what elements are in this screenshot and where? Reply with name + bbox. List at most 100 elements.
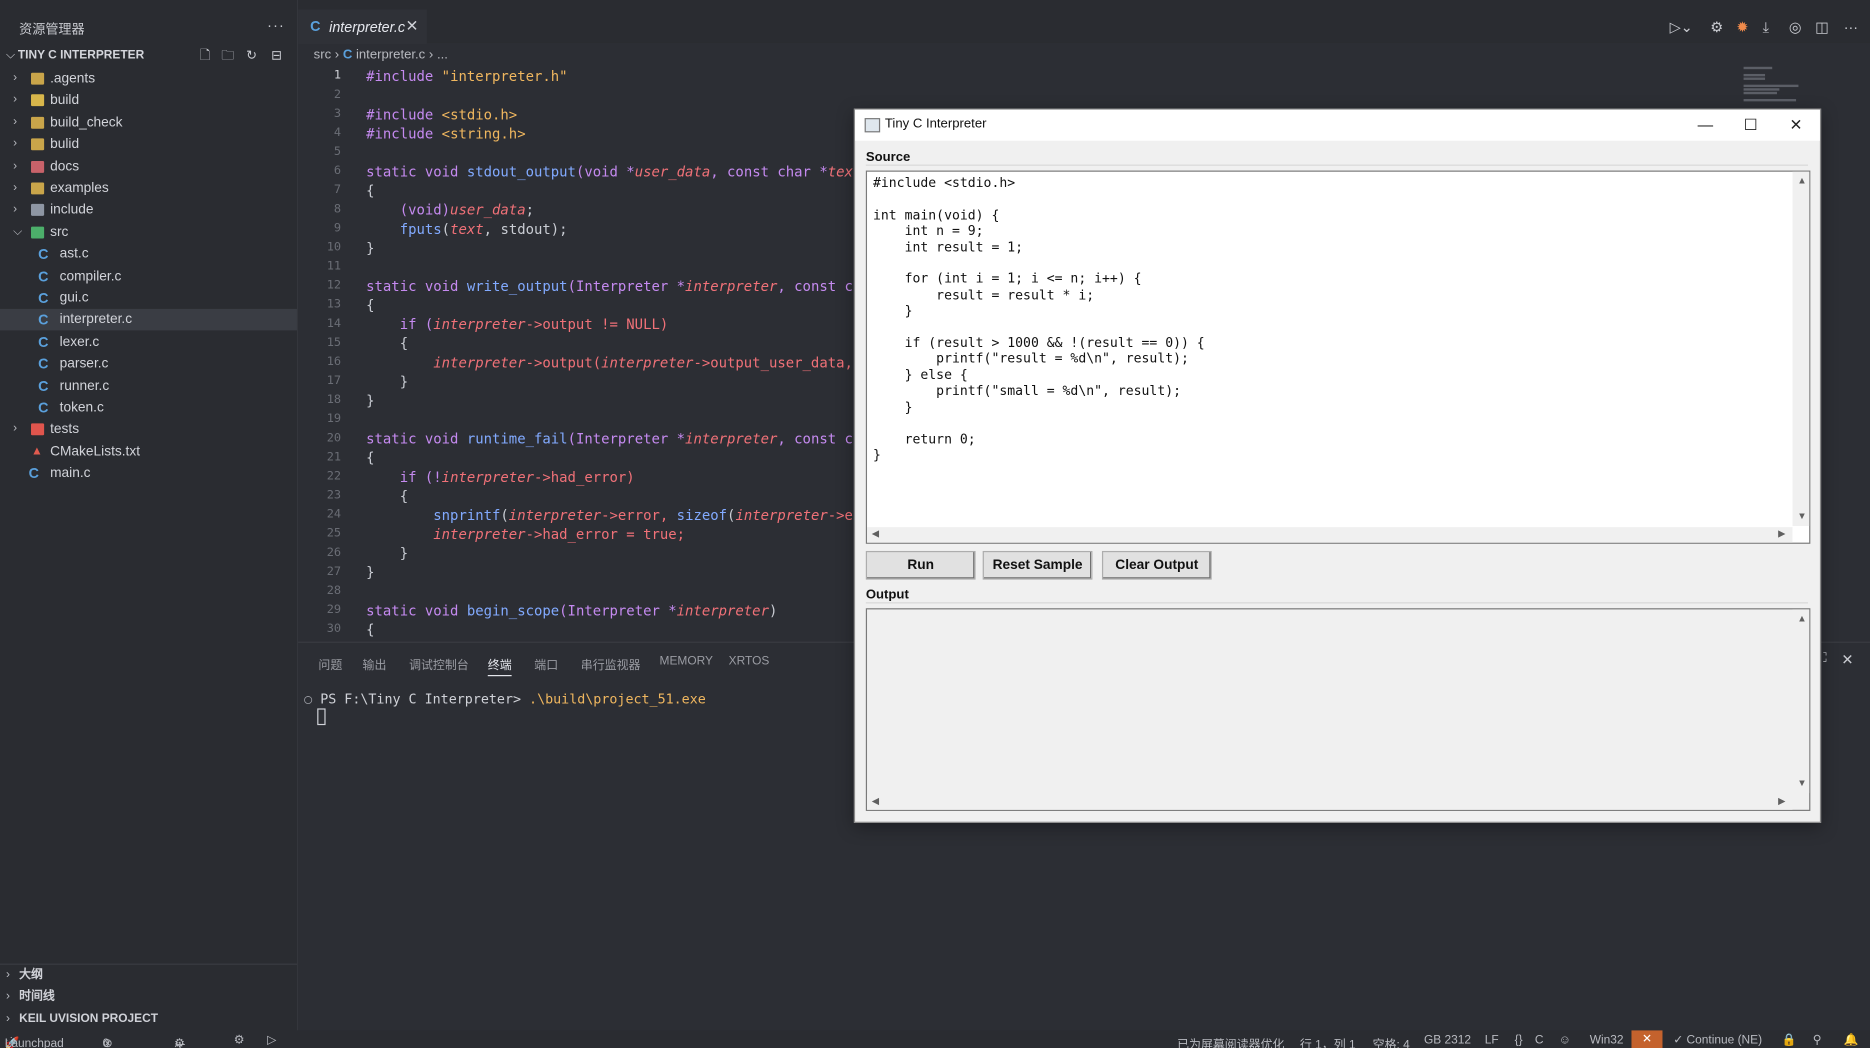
more-actions-icon[interactable]: ··· bbox=[1844, 19, 1858, 36]
cursor-position[interactable]: 行 1，列 1 bbox=[1300, 1034, 1356, 1048]
tree-item-interpreter-c[interactable]: Cinterpreter.c bbox=[0, 309, 297, 331]
tree-item-include[interactable]: › include bbox=[0, 200, 297, 221]
close-tab-icon[interactable]: ✕ bbox=[405, 17, 418, 36]
breadcrumb-symbol[interactable]: ... bbox=[437, 48, 448, 62]
output-textarea[interactable]: ▲ ▼ ◀ ▶ bbox=[865, 608, 1811, 811]
project-header[interactable]: ⌵ TINY C INTERPRETER bbox=[6, 49, 144, 62]
scroll-left-icon[interactable]: ◀ bbox=[872, 528, 879, 539]
scroll-right-icon[interactable]: ▶ bbox=[1778, 795, 1785, 806]
tree-item-examples[interactable]: › examples bbox=[0, 178, 297, 199]
c-file-icon: C bbox=[342, 47, 353, 63]
minimize-button[interactable]: — bbox=[1685, 112, 1726, 138]
debug-icon[interactable]: ⚙ bbox=[234, 1034, 245, 1047]
outline-section[interactable]: › 大纲 bbox=[0, 965, 297, 986]
tree-item-compiler-c[interactable]: Ccompiler.c bbox=[0, 265, 297, 286]
screen-reader-status[interactable]: 已为屏幕阅读器优化 bbox=[1177, 1034, 1284, 1048]
line-number: 29 bbox=[326, 603, 342, 617]
scroll-up-icon[interactable]: ▲ bbox=[1797, 175, 1806, 186]
panel-tab-7[interactable]: XRTOS bbox=[729, 655, 770, 668]
tree-item-token-c[interactable]: Ctoken.c bbox=[0, 397, 297, 418]
panel-tab-5[interactable]: 串行监视器 bbox=[581, 655, 641, 673]
tree-item-src[interactable]: ⌵ src bbox=[0, 222, 297, 243]
settings-gear-icon[interactable]: ⚙ bbox=[1710, 19, 1723, 36]
lock-icon[interactable]: 🔒 bbox=[1782, 1034, 1797, 1047]
tree-item-cmakelists-txt[interactable]: ▲ CMakeLists.txt bbox=[0, 441, 297, 462]
split-editor-icon[interactable]: ◫ bbox=[1815, 19, 1829, 36]
tree-item-parser-c[interactable]: Cparser.c bbox=[0, 353, 297, 374]
clear-output-button[interactable]: Clear Output bbox=[1101, 550, 1212, 580]
tree-item-ast-c[interactable]: Cast.c bbox=[0, 244, 297, 265]
platform[interactable]: Win32 bbox=[1590, 1034, 1624, 1047]
c-file-icon: C bbox=[38, 311, 49, 329]
scroll-up-icon[interactable]: ▲ bbox=[1797, 613, 1806, 624]
breadcrumb-file[interactable]: interpreter.c bbox=[356, 48, 425, 62]
breadcrumb-src[interactable]: src bbox=[314, 48, 331, 62]
panel-tab-2[interactable]: 调试控制台 bbox=[409, 655, 469, 673]
language-mode[interactable]: C bbox=[1535, 1034, 1544, 1047]
terminal-output[interactable]: ○ PS F:\Tiny C Interpreter> .\build\proj… bbox=[304, 692, 706, 708]
chevron-right-icon: › bbox=[13, 93, 18, 107]
vertical-scrollbar[interactable]: ▲ ▼ bbox=[1792, 609, 1810, 794]
window-titlebar[interactable]: Tiny C Interpreter — ☐ ✕ bbox=[855, 109, 1820, 141]
tree-item-docs[interactable]: › docs bbox=[0, 156, 297, 177]
scroll-down-icon[interactable]: ▼ bbox=[1797, 510, 1806, 521]
horizontal-scrollbar[interactable]: ◀ ▶ bbox=[867, 794, 1793, 810]
keil-project-section[interactable]: › KEIL UVISION PROJECT bbox=[0, 1009, 297, 1030]
panel-tab-3[interactable]: 终端 bbox=[487, 655, 512, 677]
line-number: 19 bbox=[326, 412, 342, 426]
line-number: 5 bbox=[333, 145, 342, 159]
breadcrumb: src › C interpreter.c › ... bbox=[314, 48, 448, 62]
copilot-status-icon[interactable]: ☺ bbox=[1559, 1034, 1571, 1047]
run-debug-icon[interactable]: ▷⌄ bbox=[1670, 19, 1693, 36]
tree-item-runner-c[interactable]: Crunner.c bbox=[0, 375, 297, 396]
code-line: { bbox=[366, 182, 375, 200]
panel-tab-1[interactable]: 输出 bbox=[363, 655, 387, 673]
more-actions-button[interactable]: ··· bbox=[267, 17, 285, 34]
download-icon[interactable]: ⤓ bbox=[1763, 19, 1769, 37]
braces-icon[interactable]: {} bbox=[1515, 1034, 1523, 1047]
scroll-down-icon[interactable]: ▼ bbox=[1797, 778, 1806, 789]
timeline-section[interactable]: › 时间线 bbox=[0, 986, 297, 1007]
tree-item-main-c[interactable]: Cmain.c bbox=[0, 463, 297, 484]
tree-item-gui-c[interactable]: Cgui.c bbox=[0, 287, 297, 308]
tree-item-tests[interactable]: › tests bbox=[0, 419, 297, 440]
scroll-left-icon[interactable]: ◀ bbox=[872, 795, 879, 806]
no-bell-icon[interactable]: ✕ bbox=[1631, 1030, 1663, 1048]
run-button[interactable]: Run bbox=[865, 550, 976, 580]
panel-tab-6[interactable]: MEMORY bbox=[660, 655, 713, 668]
folder-icon bbox=[31, 94, 45, 107]
horizontal-scrollbar[interactable]: ◀ ▶ bbox=[867, 527, 1793, 543]
new-folder-icon[interactable]: 🗀 bbox=[218, 47, 237, 66]
encoding[interactable]: GB 2312 bbox=[1424, 1034, 1471, 1047]
maximize-button[interactable]: ☐ bbox=[1730, 112, 1771, 138]
reset-sample-button[interactable]: Reset Sample bbox=[982, 550, 1093, 580]
bell-icon[interactable]: 🔔 bbox=[1844, 1034, 1859, 1047]
tree-item-agents[interactable]: › .agents bbox=[0, 68, 297, 89]
extension-star-icon[interactable]: ✹ bbox=[1736, 19, 1748, 36]
close-button[interactable]: ✕ bbox=[1776, 112, 1817, 138]
tree-item-build[interactable]: › build bbox=[0, 90, 297, 111]
tree-item-build-check[interactable]: › build_check bbox=[0, 112, 297, 133]
panel-tab-4[interactable]: 端口 bbox=[534, 655, 558, 673]
vertical-scrollbar[interactable]: ▲ ▼ bbox=[1792, 171, 1810, 526]
close-panel-icon[interactable]: ✕ bbox=[1841, 651, 1853, 668]
indentation[interactable]: 空格: 4 bbox=[1373, 1034, 1410, 1048]
collapse-all-icon[interactable]: ⊟ bbox=[267, 47, 286, 66]
scroll-right-icon[interactable]: ▶ bbox=[1778, 528, 1785, 539]
new-file-icon[interactable]: 🗋 bbox=[196, 47, 215, 66]
source-textarea[interactable]: #include <stdio.h> int main(void) { int … bbox=[865, 170, 1811, 544]
tree-item-bulid[interactable]: › bulid bbox=[0, 134, 297, 155]
source-code: #include <stdio.h> int main(void) { int … bbox=[872, 175, 1205, 463]
tab-interpreter-c[interactable]: C interpreter.c ✕ bbox=[298, 9, 427, 45]
accounts-icon[interactable]: ⚲ bbox=[1813, 1034, 1822, 1047]
run-icon[interactable]: ▷ bbox=[267, 1034, 276, 1047]
refresh-icon[interactable]: ↻ bbox=[242, 47, 261, 66]
eol[interactable]: LF bbox=[1485, 1034, 1499, 1047]
folder-icon bbox=[31, 160, 45, 173]
explorer-title: 资源管理器 bbox=[19, 22, 85, 37]
tree-item-label: lexer.c bbox=[59, 334, 100, 350]
tree-item-lexer-c[interactable]: Clexer.c bbox=[0, 331, 297, 352]
continue-status[interactable]: ✓ Continue (NE) bbox=[1673, 1034, 1762, 1047]
panel-tab-0[interactable]: 问题 bbox=[318, 655, 342, 673]
copilot-icon[interactable]: ◎ bbox=[1789, 19, 1802, 36]
